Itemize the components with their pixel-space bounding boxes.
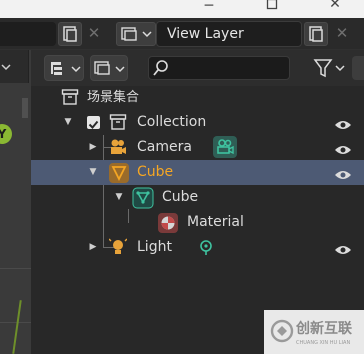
exclude-checkbox[interactable] xyxy=(87,116,100,129)
outliner-row-cube-object[interactable] xyxy=(31,160,364,185)
material-icon xyxy=(157,212,179,234)
filter-popover-button[interactable] xyxy=(312,56,348,80)
mesh-data-icon xyxy=(132,187,154,209)
checkmark-icon xyxy=(88,120,99,129)
camera-object-icon xyxy=(109,138,127,156)
row-label-camera[interactable]: Camera xyxy=(137,135,192,160)
expand-arrow[interactable]: ▶ xyxy=(87,135,99,160)
outliner-search-input[interactable] xyxy=(148,56,290,80)
3d-viewport[interactable] xyxy=(0,50,31,354)
light-object-icon xyxy=(108,238,128,256)
row-label-cube-mesh[interactable]: Cube xyxy=(162,185,198,210)
brand-logo-icon xyxy=(270,319,294,343)
eye-icon[interactable] xyxy=(334,166,352,179)
mesh-object-icon xyxy=(108,162,130,184)
close-window-button[interactable]: ✕ xyxy=(328,0,342,12)
camera-data-button[interactable] xyxy=(213,136,237,158)
eye-icon[interactable] xyxy=(334,241,352,254)
row-label-cube-object[interactable]: Cube xyxy=(137,160,173,185)
outliner-view-icon xyxy=(51,62,81,75)
expand-arrow[interactable]: ▼ xyxy=(62,110,74,135)
display-mode-dropdown[interactable] xyxy=(44,55,84,81)
minimize-button[interactable]: ─ xyxy=(202,0,216,14)
scene-field[interactable] xyxy=(0,22,56,46)
remove-scene-button[interactable]: ✕ xyxy=(84,22,104,44)
viewport-gizmo-dot xyxy=(22,98,28,118)
watermark-brand: 创新互联 xyxy=(296,321,352,337)
scene-collection-row[interactable] xyxy=(31,85,364,110)
window-title-strip xyxy=(0,0,364,18)
image-stack-icon xyxy=(94,61,125,75)
scene-collection-label: 场景集合 xyxy=(87,90,140,105)
maximize-icon xyxy=(266,0,278,10)
remove-view-layer-button[interactable]: ✕ xyxy=(332,22,352,44)
row-label-light[interactable]: Light xyxy=(137,235,172,260)
funnel-icon xyxy=(313,59,345,78)
new-collection-button[interactable] xyxy=(352,56,364,80)
grid-line xyxy=(0,268,31,269)
filter-layer-dropdown[interactable] xyxy=(90,55,128,81)
expand-arrow[interactable]: ▼ xyxy=(113,185,125,210)
search-icon xyxy=(153,60,168,76)
watermark-logo: 创新互联 CHUANG XIN HU LIAN xyxy=(264,310,364,354)
eye-icon[interactable] xyxy=(334,141,352,154)
view-layer-name-field[interactable]: View Layer xyxy=(156,21,302,47)
light-data-icon[interactable] xyxy=(197,238,215,256)
watermark-sub: CHUANG XIN HU LIAN xyxy=(296,340,351,346)
image-stack-icon xyxy=(121,27,152,41)
eye-icon[interactable] xyxy=(334,116,352,129)
expand-arrow[interactable]: ▼ xyxy=(87,160,99,185)
scene-collection-icon xyxy=(61,88,79,106)
row-label-material[interactable]: Material xyxy=(187,210,244,235)
expand-arrow[interactable]: ▶ xyxy=(87,235,99,260)
chevron-down-icon xyxy=(1,64,11,71)
copy-scene-button[interactable] xyxy=(58,22,82,46)
view-layer-browse-button[interactable] xyxy=(116,22,156,46)
duplicate-icon xyxy=(63,26,77,42)
duplicate-icon xyxy=(309,26,323,42)
maximize-button[interactable] xyxy=(265,0,279,12)
camera-data-icon xyxy=(217,139,234,155)
copy-view-layer-button[interactable] xyxy=(304,22,328,46)
outliner-row-camera[interactable] xyxy=(31,135,364,160)
collection-icon xyxy=(109,113,127,131)
row-label-collection[interactable]: Collection xyxy=(137,110,206,135)
viewport-header xyxy=(0,50,29,83)
